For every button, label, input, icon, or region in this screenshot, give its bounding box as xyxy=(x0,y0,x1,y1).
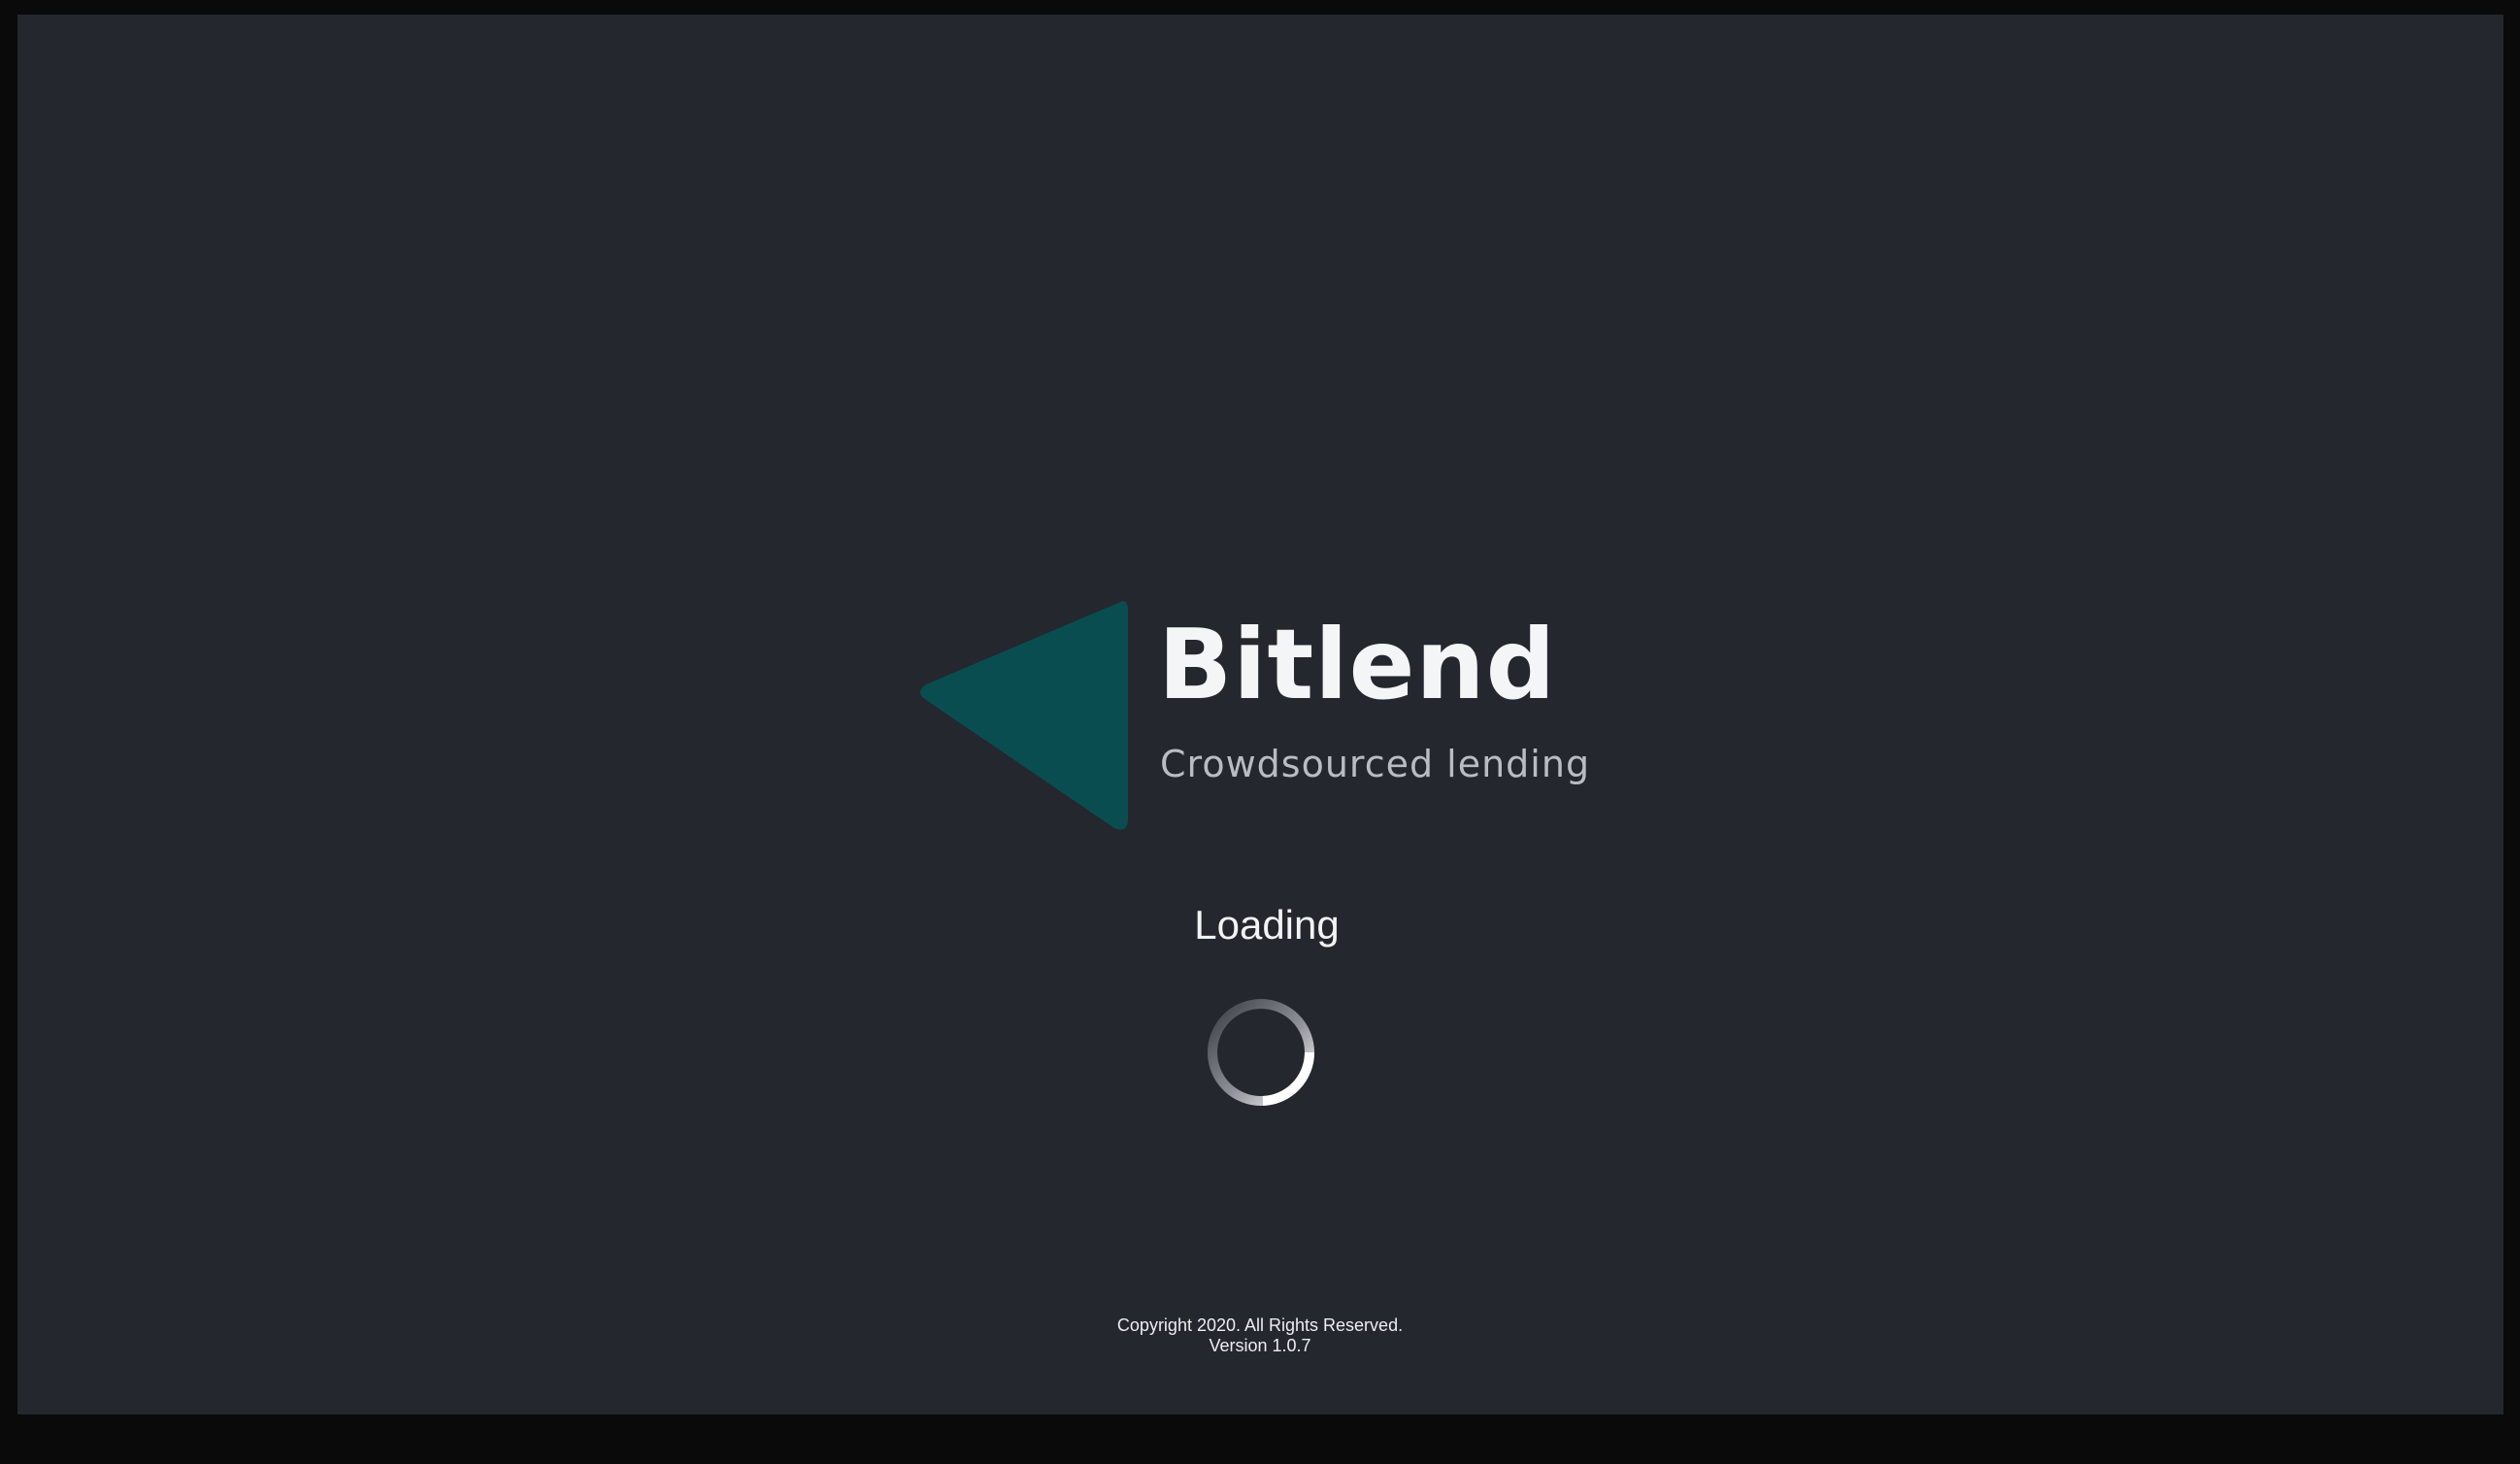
footer: Copyright 2020. All Rights Reserved. Ver… xyxy=(0,1315,2520,1356)
app-tagline: Crowdsourced lending xyxy=(1160,743,1591,785)
copyright-text: Copyright 2020. All Rights Reserved. xyxy=(1116,1315,1404,1335)
brand-logo: Bitlend Crowdsourced lending xyxy=(912,587,1631,840)
triangle-logo-icon xyxy=(920,601,1128,830)
version-text: Version 1.0.7 xyxy=(1209,1336,1311,1355)
loading-spinner-icon xyxy=(1208,999,1315,1106)
loading-label: Loading xyxy=(1194,902,1340,948)
app-name: Bitlend xyxy=(1158,608,1557,721)
